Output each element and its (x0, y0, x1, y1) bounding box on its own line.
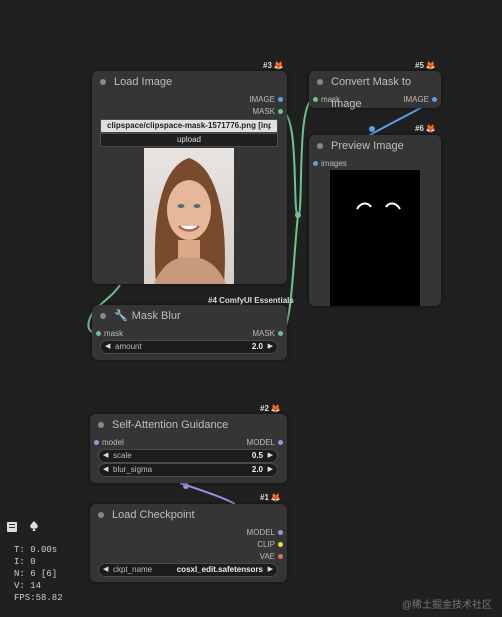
preview-image-node[interactable]: Preview Image images (309, 135, 441, 306)
render-stats: T: 0.00s I: 0 N: 6 [6] V: 14 FPS:58.82 (14, 544, 63, 604)
upload-button[interactable]: upload (100, 133, 278, 147)
widget-label: blur_sigma (113, 465, 153, 474)
collapse-dot[interactable] (100, 79, 106, 85)
output-clip-slot[interactable] (278, 542, 283, 547)
wrench-icon: 🔧 (114, 310, 128, 322)
output-mask-label: MASK (252, 329, 275, 338)
input-mask-label: mask (104, 329, 124, 338)
mask-blur-node[interactable]: 🔧 Mask Blur mask MASK ◀ amount 2.0 ▶ (92, 305, 287, 360)
input-mask-slot[interactable] (96, 331, 101, 336)
widget-value: 2.0 (251, 342, 263, 351)
output-mask-slot[interactable] (278, 331, 283, 336)
output-model-slot[interactable] (278, 530, 283, 535)
stat-fps: FPS:58.82 (14, 593, 63, 603)
node-id-preview: #6 🦊 (415, 124, 436, 133)
input-images-slot[interactable] (313, 161, 318, 166)
node-id-mask-blur: #4 ComfyUI Essentials (208, 296, 294, 305)
node-id-checkpoint: #1 🦊 (260, 493, 281, 502)
increment-arrow-icon[interactable]: ▶ (268, 464, 273, 476)
node-id-load-image: #3 🦊 (263, 61, 284, 70)
output-image-label: IMAGE (403, 95, 429, 104)
output-vae-label: VAE (259, 552, 275, 561)
output-model-slot[interactable] (278, 440, 283, 445)
collapse-dot[interactable] (98, 422, 104, 428)
decrement-arrow-icon[interactable]: ◀ (103, 450, 108, 462)
node-title[interactable]: Preview Image (309, 135, 441, 157)
input-model-label: model (102, 438, 124, 447)
widget-label: ckpt_name (113, 565, 153, 574)
watermark: @稀土掘金技术社区 (401, 600, 492, 611)
output-image-slot[interactable] (278, 97, 283, 102)
increment-arrow-icon[interactable]: ▶ (268, 341, 273, 353)
widget-value: cosxl_edit.safetensors (176, 565, 263, 574)
decrement-arrow-icon[interactable]: ◀ (103, 564, 108, 576)
output-mask-slot[interactable] (278, 109, 283, 114)
amount-widget[interactable]: ◀ amount 2.0 ▶ (100, 340, 278, 354)
load-checkpoint-node[interactable]: Load Checkpoint MODEL CLIP VAE ◀ ckpt_na… (90, 504, 287, 582)
link-midpoint-image[interactable] (369, 126, 375, 132)
collapse-dot[interactable] (317, 143, 323, 149)
input-mask-slot[interactable] (313, 97, 318, 102)
scale-widget[interactable]: ◀ scale 0.5 ▶ (98, 449, 278, 463)
output-model-label: MODEL (246, 438, 275, 447)
spade-icon[interactable] (28, 519, 40, 531)
collapse-dot[interactable] (100, 313, 106, 319)
collapse-dot[interactable] (317, 79, 323, 85)
link-model (179, 482, 236, 505)
stat-time: T: 0.00s (14, 545, 58, 555)
output-clip-label: CLIP (257, 540, 275, 549)
node-id-convert-mask: #5 🦊 (415, 61, 436, 70)
ckpt-name-widget[interactable]: ◀ ckpt_name cosxl_edit.safetensors ▶ (98, 563, 278, 577)
link-midpoint-model[interactable] (183, 483, 189, 489)
output-image-slot[interactable] (432, 97, 437, 102)
sag-node[interactable]: Self-Attention Guidance model MODEL ◀ sc… (90, 414, 287, 483)
node-title[interactable]: Load Checkpoint (90, 504, 287, 526)
blur-sigma-widget[interactable]: ◀ blur_sigma 2.0 ▶ (98, 463, 278, 477)
graph-canvas[interactable]: #3 🦊 Load Image IMAGE MASK clipspace/clip… (0, 0, 502, 617)
output-vae-slot[interactable] (278, 554, 283, 559)
widget-label: amount (115, 342, 142, 351)
collapse-dot[interactable] (98, 512, 104, 518)
stat-v: V: 14 (14, 581, 42, 591)
node-title[interactable]: Load Image (92, 71, 287, 93)
stat-i: I: 0 (14, 557, 36, 567)
node-title[interactable]: Convert Mask to Image (309, 71, 441, 110)
image-file-select[interactable]: clipspace/clipspace-mask-1571776.png [in… (100, 119, 278, 133)
output-model-label: MODEL (246, 528, 275, 537)
input-model-slot[interactable] (94, 440, 99, 445)
widget-value: 0.5 (251, 451, 263, 460)
node-title[interactable]: 🔧 Mask Blur (92, 305, 287, 327)
convert-mask-node[interactable]: Convert Mask to Image mask IMAGE (309, 71, 441, 110)
output-image-label: IMAGE (249, 95, 275, 104)
increment-arrow-icon[interactable]: ▶ (268, 450, 273, 462)
mask-preview (330, 170, 420, 306)
increment-arrow-icon[interactable]: ▶ (268, 564, 273, 576)
decrement-arrow-icon[interactable]: ◀ (105, 341, 110, 353)
decrement-arrow-icon[interactable]: ◀ (103, 464, 108, 476)
image-file-value: clipspace/clipspace-mask-1571776.png [in… (107, 121, 271, 130)
widget-value: 2.0 (251, 465, 263, 474)
stat-nodes: N: 6 [6] (14, 569, 58, 579)
link-midpoint[interactable] (295, 212, 301, 218)
widget-label: scale (113, 451, 132, 460)
input-mask-label: mask (321, 95, 341, 104)
node-id-sag: #2 🦊 (260, 404, 281, 413)
output-mask-label: MASK (252, 107, 275, 116)
load-image-node[interactable]: Load Image IMAGE MASK clipspace/clipspac… (92, 71, 287, 284)
notes-icon[interactable] (6, 520, 18, 532)
input-images-label: images (321, 159, 347, 168)
preview-photo (144, 148, 234, 284)
node-title[interactable]: Self-Attention Guidance (90, 414, 287, 436)
